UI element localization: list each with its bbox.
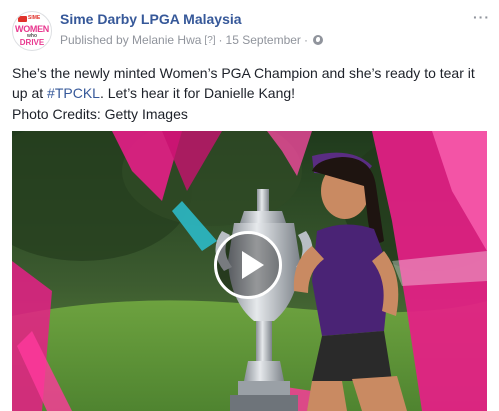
published-by-text: Published by Melanie Hwa bbox=[60, 33, 202, 47]
post-text-end: . Let’s hear it for Danielle Kang! bbox=[99, 85, 296, 101]
photo-credits: Photo Credits: Getty Images bbox=[12, 106, 188, 122]
post-date-link[interactable]: 15 September bbox=[226, 33, 301, 47]
post-body: She’s the newly minted Women’s PGA Champ… bbox=[12, 63, 487, 103]
globe-icon[interactable] bbox=[312, 35, 323, 45]
meta-separator: · bbox=[218, 33, 223, 47]
more-options-icon[interactable]: ··· bbox=[473, 9, 490, 25]
meta-separator-2: · bbox=[303, 33, 308, 47]
hashtag-link[interactable]: #TPCKL bbox=[47, 85, 100, 101]
avatar-line-drive: DRIVE bbox=[19, 38, 45, 47]
page-avatar[interactable]: SIME WOMEN who DRIVE bbox=[12, 11, 52, 51]
play-button[interactable] bbox=[214, 231, 282, 299]
brand-badge bbox=[18, 16, 27, 22]
video-player[interactable] bbox=[12, 131, 487, 411]
help-marker[interactable]: [?] bbox=[204, 35, 215, 46]
brand-badge-text: SIME bbox=[28, 15, 41, 21]
post-meta: Published by Melanie Hwa [?] · 15 Septem… bbox=[60, 33, 323, 47]
play-icon bbox=[242, 251, 264, 279]
page-name-link[interactable]: Sime Darby LPGA Malaysia bbox=[60, 11, 242, 27]
